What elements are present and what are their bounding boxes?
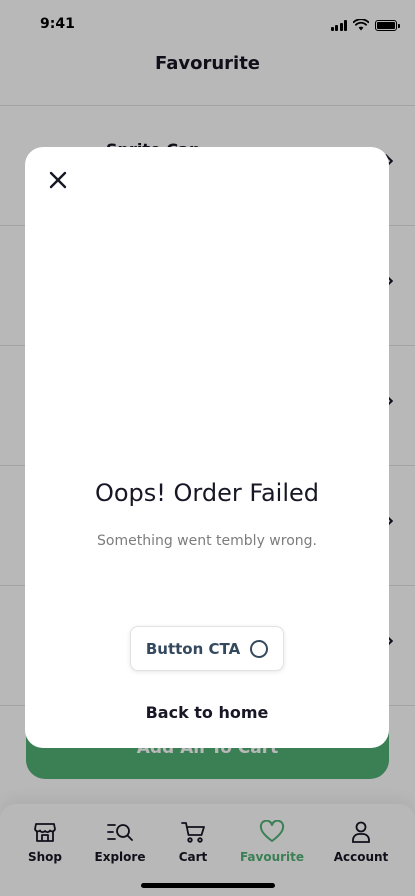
order-failed-modal: Oops! Order Failed Something went tembly… xyxy=(25,147,389,748)
modal-title: Oops! Order Failed xyxy=(94,479,320,507)
favourite-screen: 9:41 Favorurite Sprite Can xyxy=(0,0,415,896)
close-button[interactable] xyxy=(45,167,73,195)
modal-subtitle: Something went tembly wrong. xyxy=(97,533,317,549)
back-to-home-link[interactable]: Back to home xyxy=(25,703,389,722)
cta-button[interactable]: Button CTA xyxy=(130,626,284,671)
close-icon xyxy=(49,171,67,189)
loading-spinner-icon xyxy=(250,639,269,658)
cta-label: Button CTA xyxy=(145,639,241,658)
